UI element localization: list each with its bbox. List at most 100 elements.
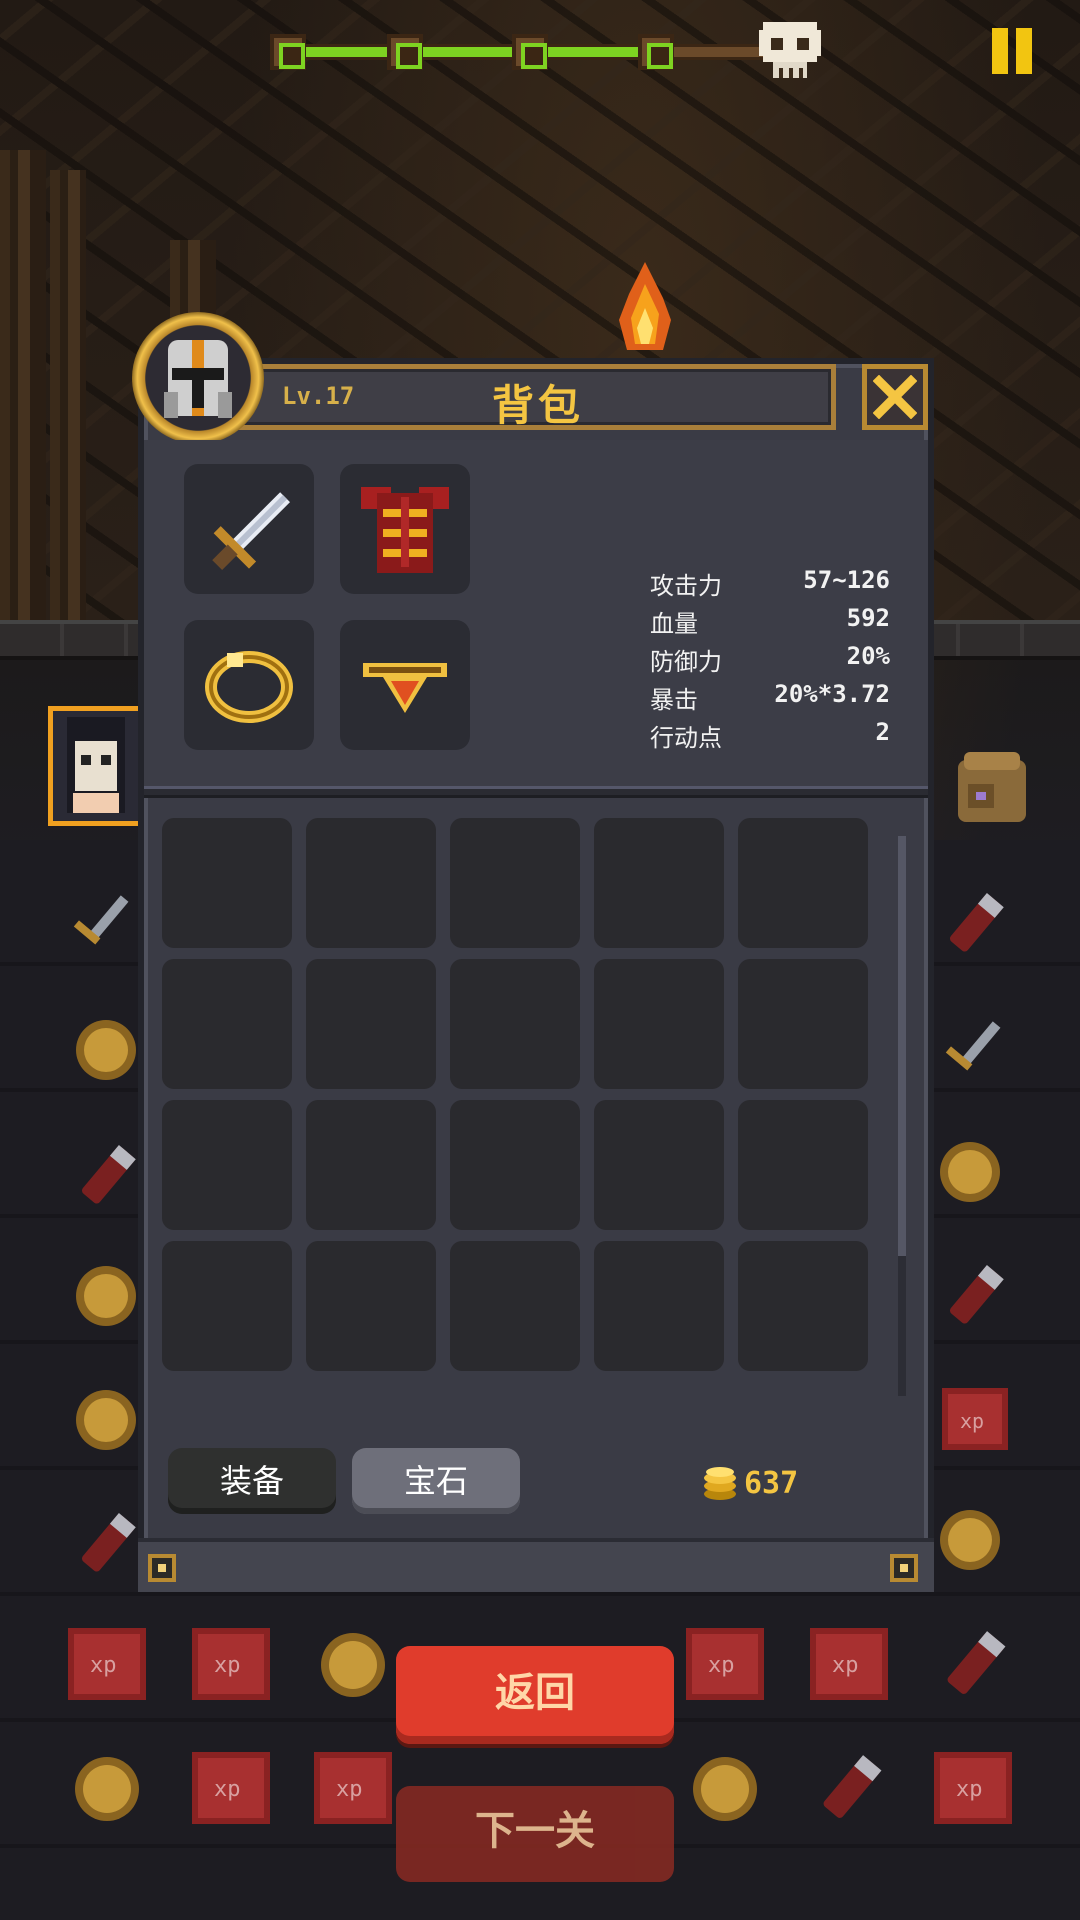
sword-item-icon[interactable]: [62, 884, 142, 964]
inventory-slot[interactable]: [594, 959, 724, 1089]
inventory-grid: [162, 818, 882, 1378]
ghost-girl-icon: [67, 717, 125, 813]
svg-text:xp: xp: [214, 1653, 241, 1678]
stat-label: 攻击力: [650, 572, 722, 600]
inventory-slot[interactable]: [450, 959, 580, 1089]
inventory-slot[interactable]: [594, 1100, 724, 1230]
next-level-button[interactable]: 下一关: [396, 1786, 674, 1882]
inventory-slot[interactable]: [594, 1241, 724, 1371]
coin-item-icon[interactable]: [66, 1380, 146, 1460]
stat-value: 20%*3.72: [774, 680, 890, 708]
inventory-slot[interactable]: [450, 818, 580, 948]
inventory-slot[interactable]: [594, 818, 724, 948]
weapon-slot[interactable]: [184, 464, 314, 594]
inventory-slot[interactable]: [306, 1100, 436, 1230]
armor-slot[interactable]: [340, 464, 470, 594]
svg-text:xp: xp: [832, 1653, 859, 1678]
close-x-icon: [873, 375, 917, 419]
coin-item-icon[interactable]: [680, 1744, 770, 1834]
stat-row-defense: 防御力 20%: [650, 642, 890, 680]
coin-item-icon[interactable]: [62, 1744, 152, 1834]
inventory-slot[interactable]: [162, 959, 292, 1089]
tree-trunk: [0, 150, 46, 630]
hero-portrait[interactable]: [48, 706, 144, 826]
coin-item-icon[interactable]: [66, 1010, 146, 1090]
close-button[interactable]: [862, 364, 928, 430]
coin-item-icon[interactable]: [308, 1620, 398, 1710]
stat-value: 592: [846, 604, 890, 632]
sword-item-icon[interactable]: [934, 1010, 1014, 1090]
potion-item-icon[interactable]: [66, 1136, 146, 1216]
stat-label: 血量: [650, 610, 698, 638]
potion-item-icon[interactable]: [934, 1256, 1014, 1336]
xp-book-icon[interactable]: xp: [62, 1620, 152, 1710]
knight-helmet-icon: [164, 340, 232, 418]
progress-node: [638, 34, 674, 70]
stat-row-attack: 攻击力 57~126: [650, 566, 890, 604]
progress-node: [270, 34, 306, 70]
back-button[interactable]: 返回: [396, 1646, 674, 1744]
tree-trunk: [50, 170, 86, 650]
skull-icon: [759, 22, 821, 78]
xp-book-icon[interactable]: xp: [934, 1378, 1014, 1458]
sword-icon: [212, 492, 291, 571]
inventory-slot[interactable]: [306, 1241, 436, 1371]
gold-amount: 637: [744, 1466, 799, 1501]
xp-book-icon[interactable]: xp: [928, 1744, 1018, 1834]
inventory-slot[interactable]: [738, 959, 868, 1089]
potion-item-icon[interactable]: [66, 1504, 146, 1584]
potion-item-icon[interactable]: [804, 1744, 894, 1834]
svg-text:xp: xp: [956, 1777, 983, 1802]
svg-text:xp: xp: [708, 1653, 735, 1678]
stat-label: 防御力: [650, 648, 722, 676]
stat-row-crit: 暴击 20%*3.72: [650, 680, 890, 718]
dialog-footer: [138, 1538, 934, 1592]
stat-row-hp: 血量 592: [650, 604, 890, 642]
xp-book-icon[interactable]: xp: [804, 1620, 894, 1710]
inventory-slot[interactable]: [450, 1100, 580, 1230]
inventory-slot[interactable]: [738, 1100, 868, 1230]
coin-item-icon[interactable]: [930, 1132, 1010, 1212]
svg-text:xp: xp: [336, 1777, 363, 1802]
stat-label: 暴击: [650, 686, 698, 714]
xp-book-icon[interactable]: xp: [186, 1744, 276, 1834]
potion-item-icon[interactable]: [928, 1620, 1018, 1710]
inventory-slot[interactable]: [450, 1241, 580, 1371]
armor-icon: [361, 487, 449, 573]
ring-slot[interactable]: [184, 620, 314, 750]
inventory-slot[interactable]: [162, 1241, 292, 1371]
inventory-scrollbar[interactable]: [898, 836, 906, 1396]
amulet-slot[interactable]: [340, 620, 470, 750]
potion-item-icon[interactable]: [934, 884, 1014, 964]
campfire-flame-icon: [619, 262, 671, 350]
stat-row-action-points: 行动点 2: [650, 718, 890, 756]
stat-value: 57~126: [803, 566, 890, 594]
progress-node: [387, 34, 423, 70]
inventory-slot[interactable]: [738, 818, 868, 948]
player-level: Lv.17: [282, 382, 355, 410]
pause-button[interactable]: [988, 28, 1036, 74]
equipment-panel: 攻击力 57~126 血量 592 防御力 20% 暴击 20%*3.72 行动…: [144, 440, 928, 788]
scrollbar-thumb[interactable]: [898, 836, 906, 1256]
stat-value: 2: [875, 718, 890, 746]
player-avatar[interactable]: [132, 312, 264, 444]
inventory-slot[interactable]: [306, 818, 436, 948]
amulet-icon: [363, 663, 447, 713]
rivet-icon: [890, 1554, 918, 1582]
rivet-icon: [148, 1554, 176, 1582]
ring-icon: [205, 651, 293, 723]
xp-book-icon[interactable]: xp: [186, 1620, 276, 1710]
backpack-icon[interactable]: [948, 740, 1036, 830]
xp-book-icon[interactable]: xp: [308, 1744, 398, 1834]
dialog-title: 背包: [491, 381, 584, 430]
xp-book-icon[interactable]: xp: [680, 1620, 770, 1710]
tab-equipment[interactable]: 装备: [168, 1448, 336, 1514]
inventory-slot[interactable]: [162, 1100, 292, 1230]
gold-coins-icon: [704, 1467, 736, 1500]
coin-item-icon[interactable]: [930, 1500, 1010, 1580]
coin-item-icon[interactable]: [66, 1256, 146, 1336]
inventory-slot[interactable]: [738, 1241, 868, 1371]
inventory-slot[interactable]: [306, 959, 436, 1089]
inventory-slot[interactable]: [162, 818, 292, 948]
tab-gems[interactable]: 宝石: [352, 1448, 520, 1514]
